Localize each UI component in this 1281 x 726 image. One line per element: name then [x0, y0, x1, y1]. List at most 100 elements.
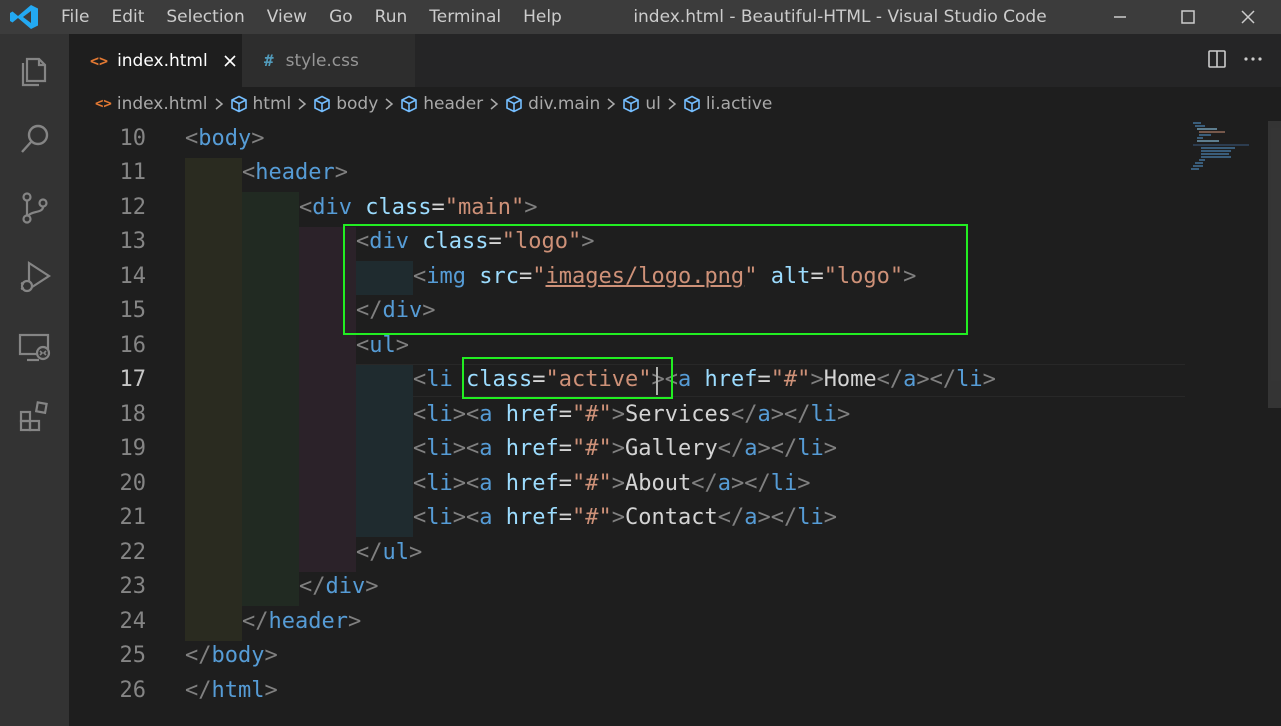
close-window-button[interactable]: [1215, 0, 1281, 34]
breadcrumb-item-html[interactable]: html: [230, 94, 291, 114]
tab-close-button[interactable]: [221, 52, 239, 70]
highlight-box-class-active: [462, 357, 673, 399]
html-file-icon: <>: [95, 96, 112, 112]
minimize-button[interactable]: [1087, 0, 1153, 34]
search-icon[interactable]: [14, 118, 56, 160]
chevron-right-icon: [297, 97, 307, 111]
tag-bracket: >: [611, 401, 625, 427]
tag-name: li: [426, 367, 453, 392]
tag-bracket: >: [823, 505, 837, 530]
code-line[interactable]: </ul>: [356, 536, 422, 571]
tag-bracket: >: [823, 436, 837, 461]
menu-bar: File Edit Selection View Go Run Terminal…: [50, 0, 573, 34]
scrollbar-thumb[interactable]: [1268, 121, 1281, 408]
breadcrumb-item-body[interactable]: body: [313, 94, 378, 114]
tag-name: li: [956, 367, 983, 392]
menu-selection[interactable]: Selection: [155, 0, 255, 34]
indent-guide: [356, 365, 413, 537]
tag-bracket: >: [982, 367, 996, 392]
run-debug-icon[interactable]: [14, 256, 56, 298]
tag-bracket: </: [356, 539, 383, 565]
explorer-icon[interactable]: [14, 49, 56, 91]
code-line[interactable]: </div>: [299, 570, 379, 605]
tag-name: li: [770, 470, 798, 496]
breadcrumb-item-li-active[interactable]: li.active: [683, 94, 772, 114]
tag-name: ul: [369, 332, 396, 358]
tag-bracket: >: [611, 470, 625, 496]
tag-bracket: <: [242, 160, 256, 185]
vscode-logo-icon[interactable]: [9, 4, 39, 30]
attribute-name: href: [505, 401, 559, 427]
attribute-value: "main": [444, 194, 525, 220]
tag-name: a: [717, 470, 731, 496]
menu-view[interactable]: View: [256, 0, 318, 34]
tag-bracket: </: [185, 643, 212, 668]
chevron-right-icon: [606, 97, 616, 111]
tag-bracket: >: [611, 436, 625, 461]
menu-go[interactable]: Go: [318, 0, 364, 34]
tag-bracket: >: [810, 367, 824, 392]
code-line[interactable]: <div class="main">: [299, 191, 537, 226]
indent-guide: [185, 158, 242, 641]
breadcrumb-item-div-main[interactable]: div.main: [505, 94, 600, 114]
menu-edit[interactable]: Edit: [100, 0, 155, 34]
menu-help[interactable]: Help: [512, 0, 573, 34]
breadcrumb-item-ul[interactable]: ul: [622, 94, 661, 114]
text-content: =: [558, 401, 572, 427]
breadcrumb: <> index.html html body header div.main …: [69, 87, 1281, 121]
menu-terminal[interactable]: Terminal: [418, 0, 512, 34]
code-line[interactable]: </html>: [185, 674, 278, 709]
code-area[interactable]: <body> <header> <div class="main"> <div cla…: [69, 121, 1189, 726]
extensions-icon[interactable]: [14, 396, 56, 438]
tag-name: a: [744, 436, 758, 461]
tag-name: li: [426, 470, 453, 496]
breadcrumb-label: body: [336, 94, 379, 114]
split-editor-button[interactable]: [1207, 49, 1227, 73]
attribute-name: href: [505, 505, 559, 530]
breadcrumb-item-header[interactable]: header: [400, 94, 483, 114]
tab-style-css[interactable]: # style.css: [242, 34, 415, 87]
tag-bracket: <: [413, 505, 427, 530]
tag-bracket: >: [347, 608, 362, 634]
code-line[interactable]: <li><a href="#">Contact</a></li>: [413, 501, 837, 536]
text-content: Contact: [624, 505, 718, 530]
tab-index-html[interactable]: <> index.html: [69, 34, 242, 87]
tag-bracket: ><: [452, 436, 480, 461]
tag-bracket: </: [691, 470, 718, 496]
menu-file[interactable]: File: [50, 0, 100, 34]
code-line[interactable]: <li><a href="#">Gallery</a></li>: [413, 432, 837, 467]
more-actions-button[interactable]: [1243, 49, 1263, 73]
code-line[interactable]: </header>: [242, 605, 361, 640]
maximize-button[interactable]: [1155, 0, 1221, 34]
breadcrumb-file[interactable]: <> index.html: [95, 94, 208, 114]
tag-bracket: </: [876, 367, 904, 392]
tag-name: li: [810, 401, 837, 427]
attribute-name: href: [505, 436, 559, 461]
remote-explorer-icon[interactable]: [14, 326, 56, 368]
code-line[interactable]: </body>: [185, 639, 278, 674]
tag-bracket: <: [413, 401, 427, 427]
attribute-value: "#": [571, 436, 612, 461]
tag-name: html: [211, 677, 265, 703]
vertical-scrollbar[interactable]: [1268, 121, 1281, 726]
attribute-value: "#": [571, 470, 612, 496]
source-control-icon[interactable]: [14, 187, 56, 229]
menu-run[interactable]: Run: [364, 0, 419, 34]
code-line[interactable]: <li><a href="#">Services</a></li>: [413, 398, 850, 433]
code-line[interactable]: <body>: [185, 122, 264, 157]
tag-name: li: [797, 436, 824, 461]
tag-name: a: [479, 401, 493, 427]
code-editor[interactable]: 10 11 12 13 14 15 16 17 18 19 20 21 22 23 24 25 26 <body…: [69, 121, 1281, 726]
breadcrumb-label: div.main: [528, 94, 601, 114]
tag-bracket: <: [413, 436, 427, 461]
tag-bracket: ><: [452, 505, 480, 530]
symbol-element-icon: [622, 95, 640, 113]
tag-bracket: ><: [452, 401, 480, 427]
tag-name: a: [479, 436, 493, 461]
code-line[interactable]: <header>: [242, 156, 348, 191]
minimap[interactable]: [1189, 121, 1269, 201]
tag-bracket: <: [185, 125, 199, 151]
code-line[interactable]: <li><a href="#">About</a></li>: [413, 467, 810, 502]
window-title: index.html - Beautiful-HTML - Visual Stu…: [633, 7, 1047, 27]
tag-name: a: [479, 470, 493, 496]
